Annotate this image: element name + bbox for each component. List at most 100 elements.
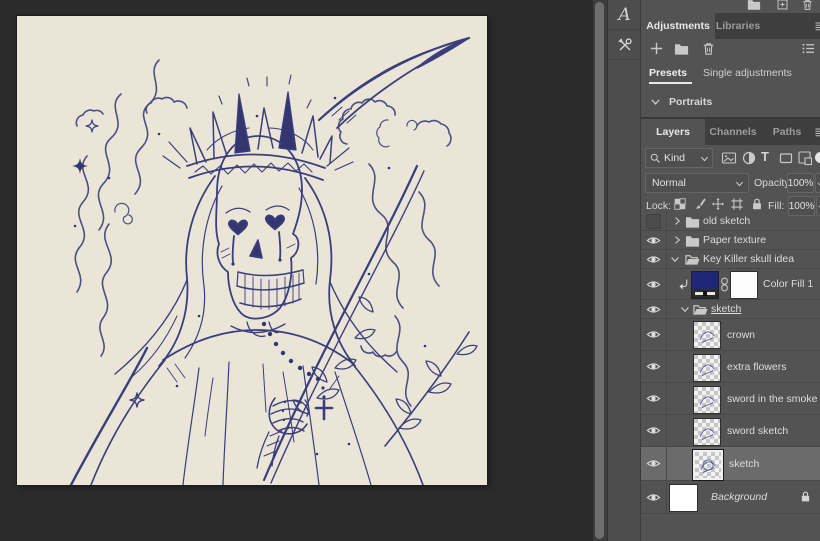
search-icon xyxy=(649,152,661,164)
tab-paths-label: Paths xyxy=(773,126,802,138)
trash-icon[interactable] xyxy=(801,0,814,11)
layer-row-key-killer-skull-idea[interactable]: Key Killer skull idea xyxy=(641,250,820,269)
add-adjustment-icon[interactable] xyxy=(649,41,664,56)
tab-channels[interactable]: Channels xyxy=(697,119,769,145)
layer-row-sword-in-the-smoke[interactable]: sword in the smoke xyxy=(641,383,820,415)
visibility-toggle[interactable] xyxy=(641,481,667,513)
tools-icon xyxy=(617,37,633,53)
visibility-toggle[interactable] xyxy=(641,415,667,446)
layer-thumbnail[interactable] xyxy=(693,386,721,414)
chevron-right-icon[interactable] xyxy=(671,234,683,246)
visibility-toggle[interactable] xyxy=(641,300,667,318)
vine-leaves xyxy=(293,297,477,446)
layer-row-sketch-group[interactable]: sketch xyxy=(641,300,820,319)
filter-type-layers-icon[interactable]: T xyxy=(761,149,769,164)
tab-adjustments[interactable]: Adjustments xyxy=(641,13,715,39)
blend-mode-select[interactable]: Normal xyxy=(645,173,749,193)
tab-libraries[interactable]: Libraries xyxy=(707,13,769,39)
visibility-toggle[interactable] xyxy=(641,383,667,414)
layer-name[interactable]: extra flowers xyxy=(727,351,787,382)
filter-adjustment-layers-icon[interactable] xyxy=(741,150,757,166)
layer-name[interactable]: crown xyxy=(727,319,755,350)
chevron-right-icon[interactable] xyxy=(671,215,683,227)
eye-icon xyxy=(646,252,661,267)
visibility-toggle[interactable] xyxy=(641,319,667,350)
new-group-folder-icon[interactable] xyxy=(674,41,689,56)
sparkles xyxy=(72,97,487,485)
section-portraits[interactable]: Portraits xyxy=(669,96,712,108)
opacity-dropdown-chevron[interactable] xyxy=(815,173,820,193)
scrollbar-thumb[interactable] xyxy=(595,2,604,539)
filter-shape-layers-icon[interactable] xyxy=(778,150,794,166)
layer-name[interactable]: sword sketch xyxy=(727,415,788,446)
visibility-toggle[interactable] xyxy=(641,231,667,249)
layer-name[interactable]: Paper texture xyxy=(703,231,766,249)
layer-thumbnail[interactable] xyxy=(693,354,721,382)
fill-layer-thumbnail[interactable] xyxy=(691,271,719,299)
lock-all-icon[interactable] xyxy=(750,197,764,211)
chevron-down-icon[interactable] xyxy=(669,253,681,265)
layer-row-old-sketch[interactable]: old sketch xyxy=(641,212,820,231)
layer-name[interactable]: Key Killer skull idea xyxy=(703,250,794,268)
character-panel-button[interactable]: A xyxy=(608,0,641,30)
delete-trash-icon[interactable] xyxy=(701,41,716,56)
lock-artboard-icon[interactable] xyxy=(730,197,744,211)
hidden-visibility-box xyxy=(646,214,661,229)
visibility-toggle[interactable] xyxy=(641,269,667,299)
lock-paint-brush-icon[interactable] xyxy=(693,197,707,211)
folder-icon[interactable] xyxy=(747,0,761,11)
eye-icon xyxy=(646,277,661,292)
layer-name[interactable]: sketch xyxy=(711,300,741,318)
view-tab-single-adjustments[interactable]: Single adjustments xyxy=(703,67,792,79)
tools-panel-button[interactable] xyxy=(608,30,641,60)
adjustments-panel-body: Presets Single adjustments Portraits xyxy=(641,39,820,117)
tab-layers[interactable]: Layers xyxy=(641,119,705,145)
fill-label: Fill: xyxy=(768,200,784,212)
layer-row-crown[interactable]: crown xyxy=(641,319,820,351)
layer-row-background[interactable]: Background xyxy=(641,481,820,514)
layer-row-color-fill-1[interactable]: Color Fill 1 xyxy=(641,269,820,300)
background-thumbnail[interactable] xyxy=(669,484,698,512)
layer-thumbnail[interactable] xyxy=(693,321,721,349)
lock-transparency-icon[interactable] xyxy=(673,197,687,211)
group-folder-icon xyxy=(685,233,700,248)
layer-name[interactable]: Background xyxy=(711,481,767,513)
dock-top-icon-row xyxy=(641,0,820,14)
canvas-vertical-scrollbar[interactable] xyxy=(593,0,607,541)
layer-name[interactable]: sketch xyxy=(729,447,759,480)
eye-icon xyxy=(646,391,661,406)
layer-row-paper-texture[interactable]: Paper texture xyxy=(641,231,820,250)
filter-toggle-icon[interactable] xyxy=(815,152,820,164)
layer-row-sketch-selected[interactable]: sketch xyxy=(641,447,820,481)
panel-menu-icon[interactable] xyxy=(813,126,820,138)
layer-row-sword-sketch[interactable]: sword sketch xyxy=(641,415,820,447)
layer-name[interactable]: Color Fill 1 xyxy=(763,269,813,299)
blend-mode-value: Normal xyxy=(652,177,686,189)
chevron-down-icon[interactable] xyxy=(679,303,691,315)
filter-kind-label: Kind xyxy=(664,152,685,164)
layer-mask-thumbnail[interactable] xyxy=(730,271,758,299)
filter-pixel-layers-icon[interactable] xyxy=(721,150,737,166)
opacity-value-field[interactable]: 100% xyxy=(787,173,814,193)
lock-position-move-icon[interactable] xyxy=(711,197,725,211)
visibility-toggle[interactable] xyxy=(641,250,667,268)
visibility-toggle[interactable] xyxy=(641,351,667,382)
layer-name[interactable]: sword in the smoke xyxy=(727,383,817,414)
filter-smart-objects-icon[interactable] xyxy=(797,150,813,166)
layer-name[interactable]: old sketch xyxy=(703,212,750,230)
mask-link-icon[interactable] xyxy=(720,277,729,292)
visibility-toggle[interactable] xyxy=(641,447,667,480)
list-view-icon[interactable] xyxy=(801,41,816,56)
portraits-chevron-down-icon[interactable] xyxy=(649,95,662,108)
document-canvas[interactable] xyxy=(17,16,487,485)
layer-thumbnail[interactable] xyxy=(693,418,721,446)
view-tab-presets[interactable]: Presets xyxy=(649,67,687,79)
new-item-icon[interactable] xyxy=(776,0,789,11)
scythe xyxy=(264,38,469,483)
layer-row-extra-flowers[interactable]: extra flowers xyxy=(641,351,820,383)
layer-thumbnail-selected[interactable] xyxy=(693,450,723,480)
panel-menu-icon[interactable] xyxy=(813,20,820,32)
layer-filter-kind-select[interactable]: Kind xyxy=(645,148,713,168)
visibility-toggle[interactable] xyxy=(641,212,667,230)
tab-paths[interactable]: Paths xyxy=(761,119,813,145)
